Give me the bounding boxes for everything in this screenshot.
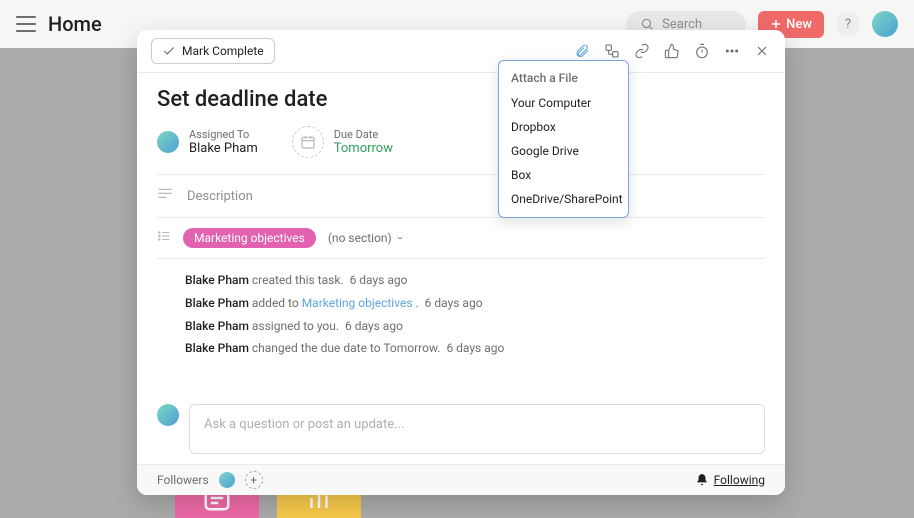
- following-label: Following: [714, 473, 765, 487]
- activity-line: Blake Pham changed the due date to Tomor…: [185, 337, 765, 360]
- task-activity: Blake Pham created this task.6 days agoB…: [157, 259, 765, 360]
- task-footer: Followers + Following: [137, 464, 785, 495]
- assignee-label: Assigned To: [189, 128, 258, 141]
- page-title: Home: [48, 12, 102, 36]
- project-chip[interactable]: Marketing objectives: [183, 228, 316, 248]
- section-label: (no section): [328, 231, 392, 245]
- attach-menu-item[interactable]: Google Drive: [499, 139, 628, 163]
- copy-link-icon[interactable]: [633, 42, 651, 60]
- new-button-label: New: [786, 17, 812, 32]
- close-icon[interactable]: [753, 42, 771, 60]
- attach-menu-item[interactable]: Box: [499, 163, 628, 187]
- projects-row: Marketing objectives (no section): [157, 217, 765, 259]
- assignee-value: Blake Pham: [189, 141, 258, 156]
- follower-avatar[interactable]: [219, 472, 235, 488]
- activity-line: Blake Pham added to Marketing objectives…: [185, 292, 765, 315]
- activity-line: Blake Pham created this task.6 days ago: [185, 269, 765, 292]
- due-date-value: Tomorrow: [334, 141, 393, 156]
- section-selector[interactable]: (no section): [328, 231, 404, 245]
- description-icon: [157, 187, 173, 205]
- comment-area: Ask a question or post an update...: [137, 396, 785, 464]
- add-follower-button[interactable]: +: [245, 471, 263, 489]
- description-field[interactable]: Description: [157, 174, 765, 217]
- activity-line: Blake Pham assigned to you.6 days ago: [185, 315, 765, 338]
- task-toolbar: Mark Complete: [137, 30, 785, 73]
- attach-icon[interactable]: [573, 42, 591, 60]
- due-date-label: Due Date: [334, 128, 393, 141]
- more-icon[interactable]: [723, 42, 741, 60]
- menu-icon[interactable]: [16, 16, 36, 32]
- user-avatar[interactable]: [872, 11, 898, 37]
- projects-icon: [157, 229, 171, 247]
- mark-complete-label: Mark Complete: [182, 44, 264, 58]
- task-modal: Mark Complete: [137, 30, 785, 495]
- subtask-icon[interactable]: [603, 42, 621, 60]
- calendar-icon: [292, 126, 324, 158]
- timer-icon[interactable]: [693, 42, 711, 60]
- followers-label: Followers: [157, 473, 209, 487]
- comment-input[interactable]: Ask a question or post an update...: [189, 404, 765, 454]
- attach-menu-item[interactable]: OneDrive/SharePoint: [499, 187, 628, 211]
- help-button[interactable]: ?: [836, 12, 860, 36]
- following-button[interactable]: Following: [695, 473, 765, 487]
- assignee-avatar: [157, 131, 179, 153]
- due-date-field[interactable]: Due Date Tomorrow: [292, 126, 393, 158]
- mark-complete-button[interactable]: Mark Complete: [151, 38, 275, 64]
- activity-link[interactable]: Marketing objectives: [302, 296, 413, 310]
- like-icon[interactable]: [663, 42, 681, 60]
- task-body: Set deadline date Assigned To Blake Pham…: [137, 73, 785, 396]
- task-title[interactable]: Set deadline date: [157, 87, 765, 112]
- description-placeholder: Description: [187, 189, 253, 204]
- attach-menu-item[interactable]: Your Computer: [499, 91, 628, 115]
- attach-menu-item[interactable]: Dropbox: [499, 115, 628, 139]
- attach-menu: Attach a File Your ComputerDropboxGoogle…: [498, 60, 629, 218]
- assignee-field[interactable]: Assigned To Blake Pham: [157, 128, 258, 156]
- commenter-avatar: [157, 404, 179, 426]
- attach-menu-title: Attach a File: [499, 67, 628, 91]
